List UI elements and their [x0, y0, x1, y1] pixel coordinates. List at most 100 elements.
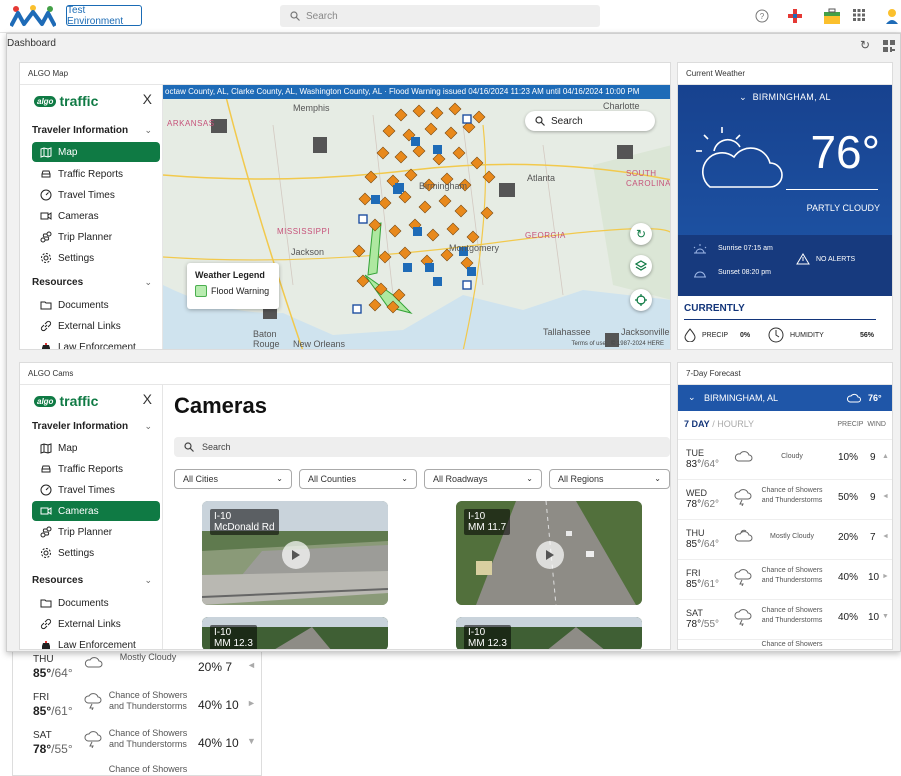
forecast-city-selector[interactable]: ⌄ BIRMINGHAM, AL 76° — [678, 385, 892, 411]
background-forecast-row: FRI 85°/61° Chance of Showers and Thunde… — [23, 688, 258, 728]
day-label: FRI — [686, 568, 701, 578]
sidebar-item-cameras[interactable]: Cameras — [32, 206, 160, 226]
temp-label: 83°/64° — [686, 459, 720, 470]
gauge-icon — [40, 189, 52, 201]
precip-value: 10% — [838, 452, 859, 463]
storm-icon — [733, 568, 753, 586]
camera-tile[interactable]: I-10 MM 12.3 — [456, 617, 642, 649]
tab-7-day[interactable]: 7 DAY — [684, 419, 710, 429]
sidebar-item-settings[interactable]: Settings — [32, 543, 160, 563]
app-grid-icon[interactable] — [853, 9, 865, 21]
card-title: Current Weather — [678, 63, 892, 85]
sidebar-item-map[interactable]: Map — [32, 438, 160, 458]
tab-hourly[interactable]: HOURLY — [717, 419, 754, 429]
sidebar-item-travel-times[interactable]: Travel Times — [32, 185, 160, 205]
section-traveler-information[interactable]: Traveler Information ⌄ — [32, 125, 152, 136]
sidebar-close-button[interactable]: X — [143, 391, 152, 407]
day-label: WED — [686, 488, 707, 498]
user-avatar[interactable] — [885, 8, 899, 24]
test-environment-button[interactable]: Test Environment — [66, 5, 142, 27]
chevron-down-icon: ⌄ — [688, 392, 696, 402]
filter-regions-dropdown[interactable]: All Regions ⌄ — [549, 469, 670, 489]
map-label-charlotte: Charlotte — [603, 101, 640, 111]
camera-icon — [40, 505, 52, 517]
section-resources[interactable]: Resources ⌄ — [32, 277, 152, 288]
global-search-input[interactable]: Search — [280, 5, 600, 27]
search-placeholder: Search — [306, 10, 338, 22]
camera-tile[interactable]: I-10 MM 12.3 — [202, 617, 388, 649]
dashboard-title: Dashboard — [7, 38, 56, 49]
camera-tile[interactable]: I-10 MM 11.7 — [456, 501, 642, 605]
sidebar-item-settings[interactable]: Settings — [32, 248, 160, 268]
map-search-button[interactable]: Search — [525, 111, 655, 131]
traffic-map[interactable]: octaw County, AL, Clarke County, AL, Was… — [163, 85, 670, 349]
weather-city-selector[interactable]: ⌄ BIRMINGHAM, AL — [678, 92, 892, 103]
camera-search-input[interactable]: Search — [174, 437, 670, 457]
camera-icon — [40, 210, 52, 222]
sunrise-icon — [692, 243, 708, 255]
currently-heading: CURRENTLY — [684, 303, 745, 314]
map-refresh-button[interactable]: ↻ — [630, 223, 652, 245]
map-layers-button[interactable] — [630, 255, 652, 277]
humidity-label: HUMIDITY — [790, 332, 824, 339]
filter-roadways-dropdown[interactable]: All Roadways ⌄ — [424, 469, 542, 489]
chevron-down-icon: ⌄ — [276, 474, 283, 483]
crosshair-icon — [635, 294, 647, 306]
sidebar-item-external-links[interactable]: External Links — [32, 316, 160, 336]
partly-cloudy-icon — [692, 121, 792, 195]
wind-arrow-icon: ► — [247, 698, 256, 708]
forecast-tabs: 7 DAY / HOURLY — [684, 419, 755, 429]
day-label: TUE — [686, 448, 704, 458]
search-icon — [184, 442, 194, 452]
filter-cities-dropdown[interactable]: All Cities ⌄ — [174, 469, 292, 489]
sidebar-item-traffic-reports[interactable]: Traffic Reports — [32, 164, 160, 184]
toolbox-icon[interactable] — [822, 6, 842, 26]
layout-grid-icon[interactable] — [883, 40, 895, 52]
play-icon — [546, 550, 554, 560]
filter-counties-dropdown[interactable]: All Counties ⌄ — [299, 469, 417, 489]
sidebar-item-external-links[interactable]: External Links — [32, 614, 160, 634]
medical-cross-icon[interactable] — [787, 8, 803, 24]
app-logo[interactable] — [10, 4, 56, 28]
wind-arrow-icon: ► — [882, 573, 889, 580]
sidebar-item-documents[interactable]: Documents — [32, 295, 160, 315]
section-resources[interactable]: Resources ⌄ — [32, 575, 152, 586]
forecast-row: TUE 83°/64° Cloudy 10% 9 ▲ — [678, 439, 892, 479]
sidebar-item-cameras[interactable]: Cameras — [32, 501, 160, 521]
refresh-icon: ↻ — [635, 227, 647, 241]
sidebar-item-travel-times[interactable]: Travel Times — [32, 480, 160, 500]
section-traveler-information[interactable]: Traveler Information ⌄ — [32, 421, 152, 432]
search-icon — [290, 11, 300, 21]
storm-icon — [83, 692, 103, 710]
terms-link[interactable]: Terms of use — [572, 341, 606, 347]
weather-legend: Weather Legend Flood Warning — [187, 263, 279, 309]
map-locate-button[interactable] — [630, 289, 652, 311]
play-button[interactable] — [282, 541, 310, 569]
camera-tile[interactable]: I-10 McDonald Rd — [202, 501, 388, 605]
sidebar-close-button[interactable]: X — [143, 91, 152, 107]
police-car-icon — [40, 341, 52, 349]
sidebar-item-trip-planner[interactable]: Trip Planner — [32, 522, 160, 542]
sidebar-item-map[interactable]: Map — [32, 142, 160, 162]
help-icon[interactable]: ? — [755, 9, 769, 23]
current-condition: PARTLY CLOUDY — [806, 203, 880, 213]
condition-label: Cloudy — [781, 453, 803, 460]
dashboard-window: Dashboard ↻ ALGO Map algo traffic X Trav… — [6, 33, 901, 652]
refresh-icon[interactable]: ↻ — [860, 38, 870, 52]
precip-wind-label: 40% 10 — [198, 698, 239, 712]
layers-icon — [635, 260, 647, 271]
sidebar-item-traffic-reports[interactable]: Traffic Reports — [32, 459, 160, 479]
card-title: ALGO Cams — [20, 363, 670, 385]
sidebar-item-trip-planner[interactable]: Trip Planner — [32, 227, 160, 247]
humidity-icon — [768, 327, 784, 343]
sidebar-item-law-enforcement[interactable]: Law Enforcement — [32, 635, 160, 649]
sidebar-item-documents[interactable]: Documents — [32, 593, 160, 613]
camera-label: I-10 MM 11.7 — [464, 509, 511, 535]
flood-warning-banner[interactable]: octaw County, AL, Clarke County, AL, Was… — [163, 85, 670, 99]
sunset-time: Sunset 08:20 pm — [718, 269, 771, 276]
wind-arrow-icon: ▼ — [882, 613, 889, 620]
play-button[interactable] — [536, 541, 564, 569]
currently-divider — [684, 319, 876, 320]
flood-warning-swatch — [195, 285, 207, 297]
sidebar-item-law-enforcement[interactable]: Law Enforcement — [32, 337, 160, 349]
